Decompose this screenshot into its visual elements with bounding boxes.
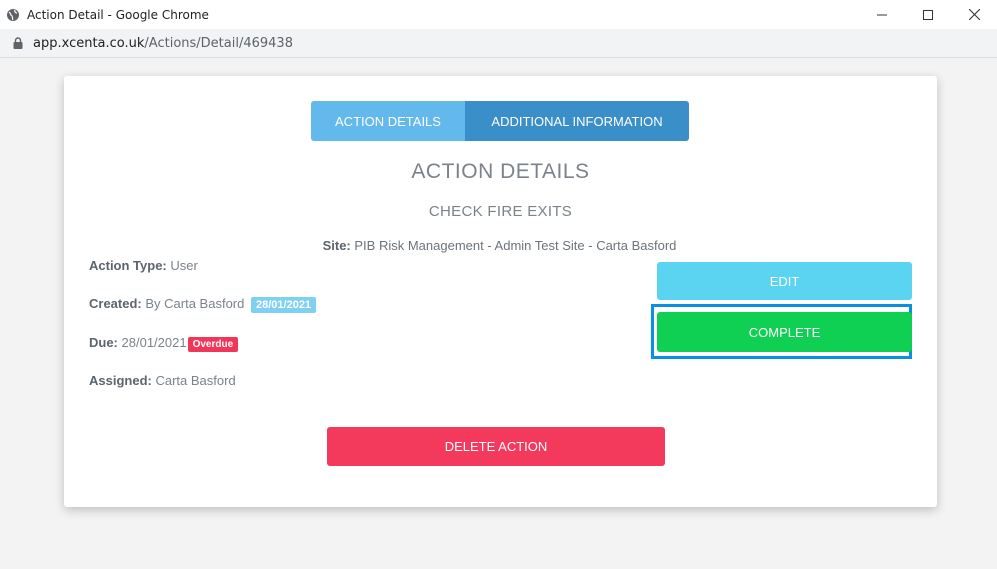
assigned-label: Assigned: <box>89 373 152 388</box>
url-domain: app.xcenta.co.uk <box>33 35 145 51</box>
action-title: CHECK FIRE EXITS <box>428 203 573 220</box>
site-line: Site: PIB Risk Management - Admin Test S… <box>64 238 937 253</box>
complete-button[interactable]: COMPLETE <box>657 312 912 352</box>
close-icon[interactable] <box>951 0 997 29</box>
globe-icon <box>5 7 21 23</box>
window-title: Action Detail - Google Chrome <box>27 7 209 22</box>
created-date-badge: 28/01/2021 <box>251 297 317 313</box>
page-background: ACTION DETAILS ADDITIONAL INFORMATION AC… <box>0 58 997 569</box>
site-label: Site: <box>322 238 351 253</box>
action-type-value: User <box>170 258 198 273</box>
assigned-value: Carta Basford <box>155 373 236 388</box>
site-value: PIB Risk Management - Admin Test Site - … <box>354 238 677 253</box>
minimize-icon[interactable] <box>859 0 905 29</box>
window-controls <box>859 0 997 29</box>
tab-action-details[interactable]: ACTION DETAILS <box>311 101 465 141</box>
field-created: Created: By Carta Basford 28/01/2021 <box>89 296 317 313</box>
delete-action-button[interactable]: DELETE ACTION <box>327 427 665 466</box>
lock-icon <box>12 36 24 50</box>
browser-titlebar: Action Detail - Google Chrome <box>0 0 997 29</box>
tab-bar: ACTION DETAILS ADDITIONAL INFORMATION <box>311 101 689 141</box>
action-type-label: Action Type: <box>89 258 167 273</box>
created-value: By Carta Basford <box>145 296 245 311</box>
created-label: Created: <box>89 296 142 311</box>
address-bar[interactable]: app.xcenta.co.uk/Actions/Detail/469438 <box>0 29 997 58</box>
edit-button[interactable]: EDIT <box>657 262 912 300</box>
field-action-type: Action Type: User <box>89 258 198 273</box>
overdue-badge: Overdue <box>187 337 239 352</box>
maximize-icon[interactable] <box>905 0 951 29</box>
due-value: 28/01/2021 <box>121 335 187 350</box>
field-due: Due: 28/01/2021 Overdue <box>89 335 239 352</box>
url-path: /Actions/Detail/469438 <box>144 35 293 51</box>
page-title: ACTION DETAILS <box>411 160 590 183</box>
tab-additional-information[interactable]: ADDITIONAL INFORMATION <box>465 101 689 141</box>
action-detail-card: ACTION DETAILS ADDITIONAL INFORMATION AC… <box>64 76 937 507</box>
url-text[interactable]: app.xcenta.co.uk/Actions/Detail/469438 <box>33 36 293 51</box>
field-assigned: Assigned: Carta Basford <box>89 373 236 388</box>
due-label: Due: <box>89 335 118 350</box>
